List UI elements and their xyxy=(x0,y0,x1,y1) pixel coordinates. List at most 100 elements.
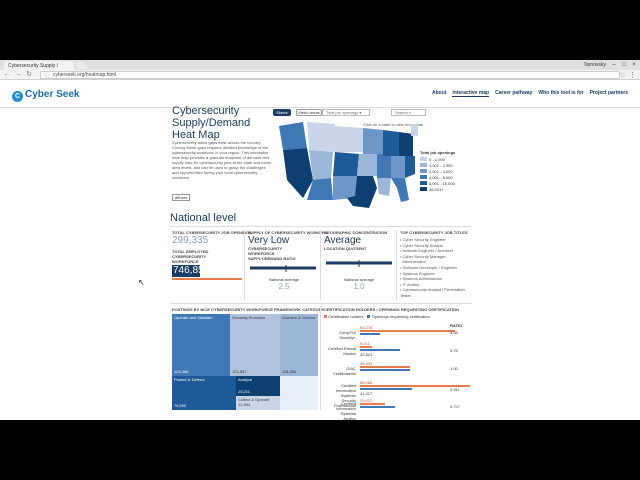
nav-project-partners[interactable]: Project partners xyxy=(590,90,628,97)
chevron-down-icon: ▾ xyxy=(359,110,362,115)
map-state-mn-ia[interactable] xyxy=(363,128,383,154)
cert-openings-bar xyxy=(360,349,400,351)
supply-ratio-title: Cybersecurity workforce supply/demand ra… xyxy=(248,246,296,261)
map-state-oh-pa[interactable] xyxy=(399,132,413,156)
minimize-icon[interactable]: – xyxy=(610,61,618,69)
nav-who-this-tool-is-for[interactable]: Who this tool is for xyxy=(538,90,583,97)
states-toggle[interactable]: States xyxy=(273,109,291,116)
cert-ratio: 1.00 xyxy=(450,366,458,371)
legend-swatch xyxy=(367,315,371,318)
tab-bar: Cybersecurity Supply / Tarnovsky – □ × xyxy=(0,60,640,70)
map-state-mt-id[interactable] xyxy=(307,122,335,152)
postings-title: Postings by NICE cybersecurity workforce… xyxy=(172,307,325,312)
forward-icon[interactable]: → xyxy=(14,71,22,79)
map-state-tn-al[interactable] xyxy=(391,156,405,178)
treemap-cell-oversee[interactable]: Oversee & Govern 118,354 xyxy=(280,314,318,376)
top-nav: About Interactive map Career pathway Who… xyxy=(432,90,628,97)
map-state-va-nc[interactable] xyxy=(405,156,415,178)
map-legend: Total job openings 0 - 1,000 1,001 - 2,0… xyxy=(420,150,455,192)
job-openings-dropdown[interactable]: Total job openings ▾ xyxy=(322,109,370,116)
back-icon[interactable]: ← xyxy=(3,71,11,79)
bookmark-star-icon[interactable]: ☆ xyxy=(620,71,626,79)
mouse-cursor-icon: ↖ xyxy=(138,278,145,287)
map-state-dakotas[interactable] xyxy=(335,126,363,152)
treemap-cell-provision[interactable]: Securely Provision 101,587 xyxy=(230,314,280,376)
window-user: Tarnovsky xyxy=(583,62,606,68)
map-state-nm[interactable] xyxy=(333,176,357,200)
treemap-cell-collect[interactable]: Collect & Operate 12,954 xyxy=(236,396,280,410)
logo-icon: C xyxy=(12,91,23,102)
legend-swatch xyxy=(420,157,427,161)
cert-ratio: 0.911 xyxy=(450,387,460,392)
map-state-co[interactable] xyxy=(333,152,359,176)
map-state-mo-ar[interactable] xyxy=(377,154,391,178)
new-tab-button[interactable] xyxy=(74,62,88,69)
nav-career-pathway[interactable]: Career pathway xyxy=(495,90,532,97)
divider xyxy=(320,306,321,410)
treemap-cell-investigate[interactable] xyxy=(280,376,318,410)
maximize-icon[interactable]: □ xyxy=(620,61,628,69)
browser-menu-icon[interactable]: ⋮ xyxy=(629,71,636,79)
certs-legend-holders: Certification holders xyxy=(324,314,363,319)
map-state-nv-ut[interactable] xyxy=(309,150,333,180)
treemap-cell-analyze[interactable]: Analyze 25,211 xyxy=(236,376,280,396)
reload-icon[interactable]: ↻ xyxy=(25,71,33,79)
employed-title: Total employed cybersecurity workforce xyxy=(172,249,209,264)
logo-text: Cyber Seek xyxy=(25,89,80,100)
screen: Cybersecurity Supply / Tarnovsky – □ × ←… xyxy=(0,0,640,480)
supply-ratio-value: 2.5 xyxy=(278,282,290,291)
legend-title: Total job openings xyxy=(420,150,456,155)
employed-value: 746,858 xyxy=(173,265,210,276)
postings-panel: Postings by NICE cybersecurity workforce… xyxy=(172,307,325,312)
openings-value: 299,335 xyxy=(172,235,209,246)
map-state-il-wi[interactable] xyxy=(383,130,399,156)
search-input[interactable]: Search ⌕ xyxy=(391,109,426,116)
cert-openings-bar xyxy=(360,388,412,390)
cert-openings-bar xyxy=(360,406,395,408)
us-heat-map[interactable] xyxy=(273,118,418,213)
divider xyxy=(170,303,472,304)
page-title: Cybersecurity Supply/Demand Heat Map xyxy=(172,105,251,141)
search-icon: ⌕ xyxy=(408,110,412,115)
cert-ratio: 0.727 xyxy=(450,404,461,409)
certs-ratio-header: RATIO xyxy=(450,323,463,328)
map-state-fl[interactable] xyxy=(391,178,409,202)
national-level-heading: National level xyxy=(170,212,237,224)
close-icon[interactable]: × xyxy=(630,61,638,69)
legend-item: 16,001+ xyxy=(420,186,455,192)
cert-holders-bar xyxy=(360,346,372,348)
cert-openings-bar xyxy=(360,333,380,335)
nav-about[interactable]: About xyxy=(432,90,446,97)
share-button[interactable]: ◂Share xyxy=(172,194,190,201)
intro-description: Cybersecurity talent gaps exist across t… xyxy=(172,140,272,180)
geo-gauge xyxy=(326,260,392,267)
legend-swatch xyxy=(420,181,427,185)
geo-avg-value: 1.0 xyxy=(353,282,365,291)
nav-interactive-map[interactable]: Interactive map xyxy=(452,90,490,97)
map-state-ks-ok[interactable] xyxy=(357,154,377,176)
legend-swatch xyxy=(420,169,427,173)
cert-label: CompTIA Security+ xyxy=(339,330,356,340)
url-field[interactable]: ⓘ cyberseek.org/heatmap.html xyxy=(40,71,620,79)
cert-holders-bar xyxy=(360,366,410,368)
page-info-icon[interactable]: ⓘ xyxy=(44,73,49,80)
divider xyxy=(170,226,472,227)
cert-holders-bar xyxy=(360,403,385,405)
metro-areas-toggle[interactable]: Metro areas xyxy=(296,109,322,116)
map-state-la-ms[interactable] xyxy=(377,178,391,196)
browser-tab[interactable]: Cybersecurity Supply / xyxy=(4,61,74,70)
map-state-wa-or[interactable] xyxy=(279,122,307,150)
treemap-cell-protect[interactable]: Protect & Defend 78,590 xyxy=(172,376,236,410)
cert-openings: 32,821 xyxy=(360,352,373,357)
map-state-new-england[interactable] xyxy=(411,124,418,136)
cert-holders-bar xyxy=(360,330,455,332)
map-state-ca[interactable] xyxy=(283,148,313,198)
legend-swatch xyxy=(324,315,327,318)
geo-panel: Geographic concentration Average Locatio… xyxy=(324,230,394,291)
list-item: • Cybersecurity Analyst / Penetration Te… xyxy=(400,287,465,298)
cert-openings: 41,317 xyxy=(360,391,373,396)
cert-ratio: 3.08 xyxy=(450,330,458,335)
postings-treemap: Operate and Maintain 104,366 Securely Pr… xyxy=(172,314,318,410)
treemap-cell-operate[interactable]: Operate and Maintain 104,366 xyxy=(172,314,230,376)
site-logo[interactable]: C Cyber Seek xyxy=(12,89,79,102)
